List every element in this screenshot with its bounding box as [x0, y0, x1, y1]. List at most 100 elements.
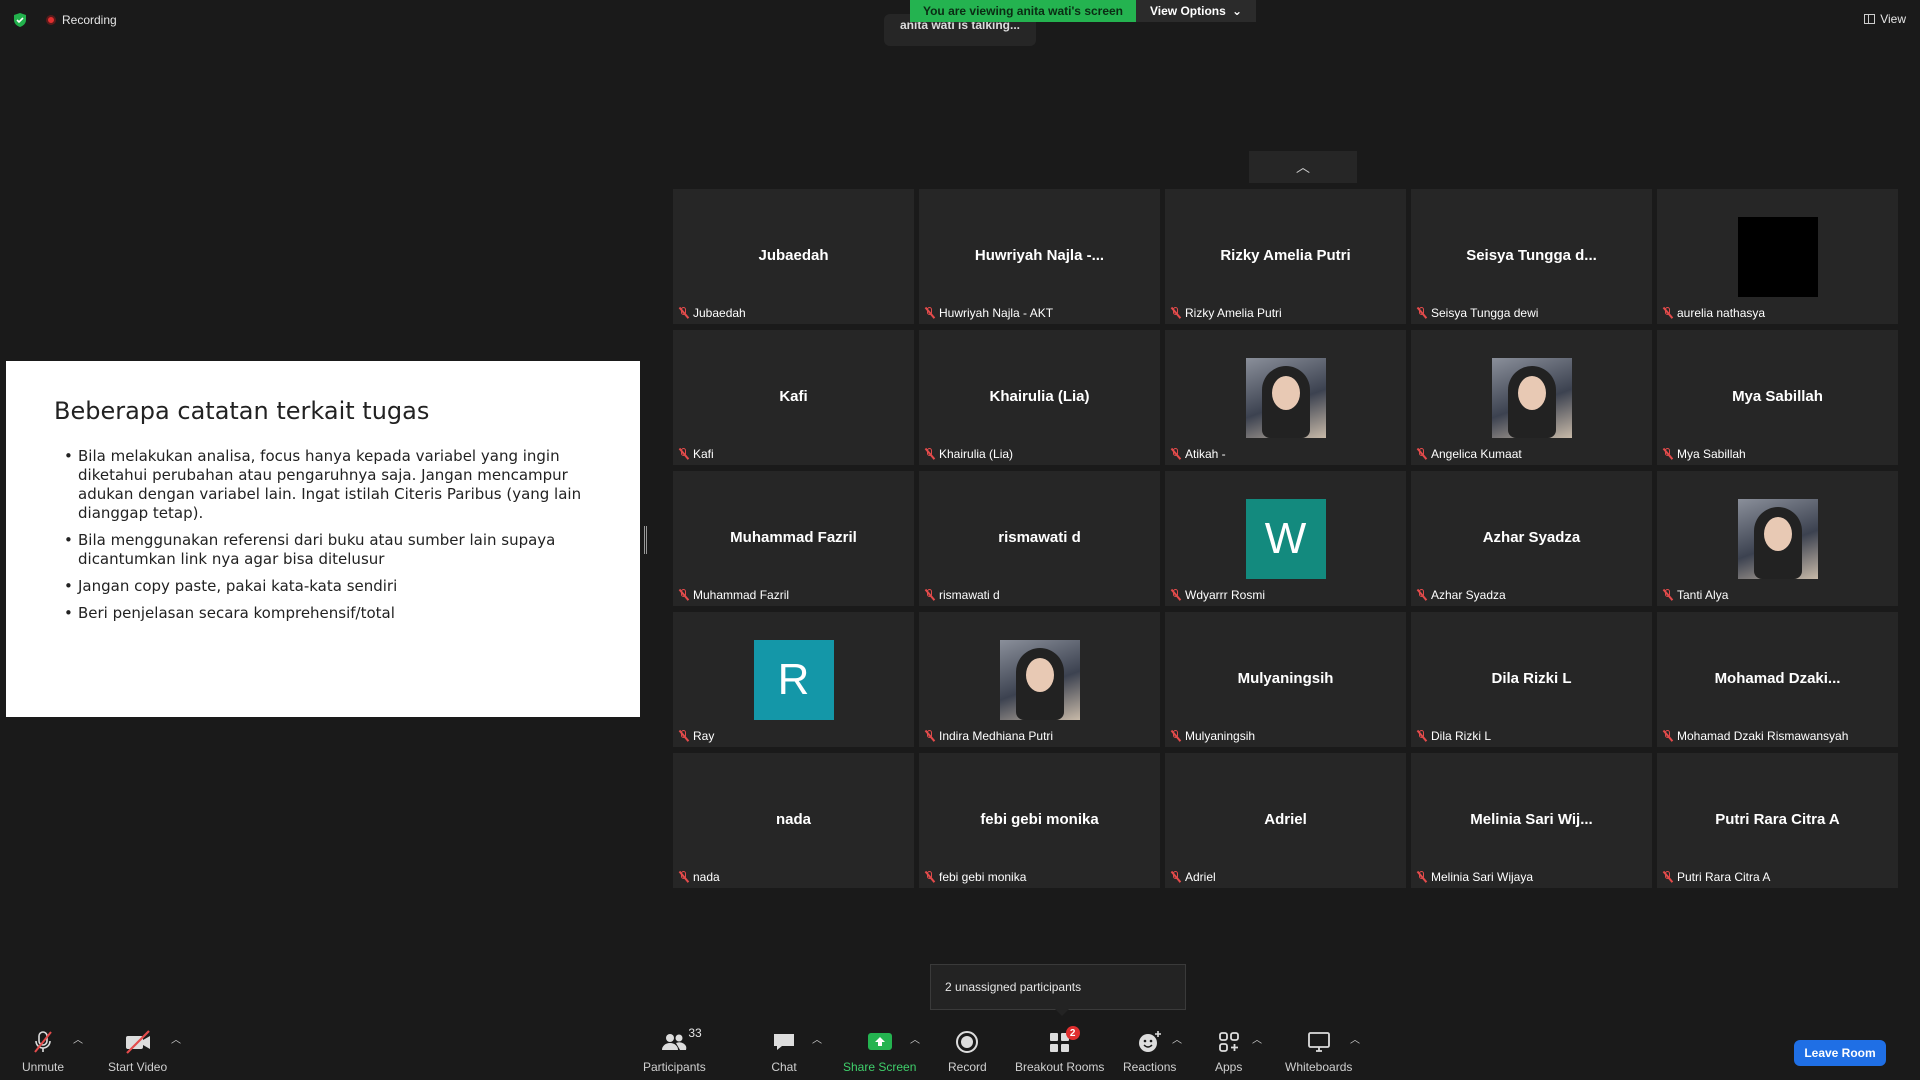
- participant-tile[interactable]: Huwriyah Najla -... Huwriyah Najla - AKT: [919, 189, 1160, 324]
- participant-tile[interactable]: Indira Medhiana Putri: [919, 612, 1160, 747]
- participant-display-name: Dila Rizki L: [1491, 670, 1572, 687]
- participant-tile[interactable]: Kafi Kafi: [673, 330, 914, 465]
- chat-options-caret-icon[interactable]: ︿: [812, 1031, 822, 1046]
- whiteboards-options-caret-icon[interactable]: ︿: [1350, 1031, 1360, 1046]
- participant-name-label: Adriel: [1170, 870, 1216, 884]
- participant-name-label: Kafi: [678, 447, 714, 461]
- participant-tile[interactable]: Mya Sabillah Mya Sabillah: [1657, 330, 1898, 465]
- participant-tile[interactable]: Muhammad Fazril Muhammad Fazril: [673, 471, 914, 606]
- whiteboards-button[interactable]: Whiteboards: [1285, 1028, 1352, 1074]
- muted-mic-icon: [1662, 448, 1673, 460]
- shared-screen-slide: Beberapa catatan terkait tugas Bila mela…: [6, 361, 640, 717]
- participant-name-label: Wdyarrr Rosmi: [1170, 588, 1265, 602]
- participant-name-label: Indira Medhiana Putri: [924, 729, 1053, 743]
- chat-button[interactable]: Chat: [771, 1028, 797, 1074]
- participant-display-name: Mohamad Dzaki...: [1714, 670, 1841, 687]
- reactions-button[interactable]: Reactions: [1123, 1028, 1176, 1074]
- recording-indicator[interactable]: Recording: [46, 13, 117, 27]
- view-button[interactable]: View: [1864, 12, 1906, 26]
- participant-tile[interactable]: W Wdyarrr Rosmi: [1165, 471, 1406, 606]
- record-label: Record: [948, 1060, 987, 1074]
- unassigned-participants-popup[interactable]: 2 unassigned participants: [930, 964, 1186, 1016]
- start-video-button[interactable]: Start Video: [108, 1028, 167, 1074]
- muted-mic-icon: [1416, 730, 1427, 742]
- participant-display-name: Rizky Amelia Putri: [1220, 247, 1351, 264]
- split-view-divider-handle[interactable]: [644, 526, 647, 554]
- participant-display-name: Seisya Tungga d...: [1466, 247, 1597, 264]
- participant-avatar-initial: W: [1245, 499, 1326, 579]
- participant-name-label: Atikah -: [1170, 447, 1226, 461]
- muted-mic-icon: [1416, 871, 1427, 883]
- share-screen-button[interactable]: Share Screen: [843, 1028, 916, 1074]
- participant-avatar-initial: R: [753, 640, 834, 720]
- video-options-caret-icon[interactable]: ︿: [171, 1031, 181, 1046]
- participant-display-name: Kafi: [779, 388, 808, 405]
- audio-options-caret-icon[interactable]: ︿: [73, 1031, 83, 1046]
- reactions-options-caret-icon[interactable]: ︿: [1172, 1031, 1182, 1046]
- participant-display-name: Adriel: [1264, 811, 1307, 828]
- share-options-caret-icon[interactable]: ︿: [910, 1031, 920, 1046]
- unmute-button[interactable]: Unmute: [22, 1028, 64, 1074]
- record-button[interactable]: Record: [948, 1028, 987, 1074]
- recording-dot-icon: [46, 15, 56, 25]
- participant-name-label: Muhammad Fazril: [678, 588, 789, 602]
- participant-name-text: Tanti Alya: [1677, 588, 1729, 602]
- participant-tile[interactable]: Jubaedah Jubaedah: [673, 189, 914, 324]
- gallery-page-up-button[interactable]: ︿: [1249, 151, 1357, 183]
- participant-name-text: Dila Rizki L: [1431, 729, 1492, 743]
- view-label: View: [1880, 12, 1906, 26]
- participant-tile[interactable]: Azhar Syadza Azhar Syadza: [1411, 471, 1652, 606]
- participant-tile[interactable]: Khairulia (Lia) Khairulia (Lia): [919, 330, 1160, 465]
- participant-tile[interactable]: Tanti Alya: [1657, 471, 1898, 606]
- breakout-rooms-button[interactable]: 2 Breakout Rooms: [1015, 1026, 1104, 1074]
- participant-display-name: Khairulia (Lia): [989, 388, 1090, 405]
- leave-room-button[interactable]: Leave Room: [1794, 1040, 1886, 1066]
- video-off-icon: [123, 1028, 153, 1056]
- apps-button[interactable]: Apps: [1215, 1028, 1242, 1074]
- participant-display-name: febi gebi monika: [980, 811, 1099, 828]
- reactions-label: Reactions: [1123, 1060, 1177, 1074]
- participant-tile[interactable]: Putri Rara Citra A Putri Rara Citra A: [1657, 753, 1898, 888]
- participant-tile[interactable]: R Ray: [673, 612, 914, 747]
- participant-tile[interactable]: Dila Rizki L Dila Rizki L: [1411, 612, 1652, 747]
- participant-name-text: Wdyarrr Rosmi: [1185, 588, 1265, 602]
- participant-tile[interactable]: Mulyaningsih Mulyaningsih: [1165, 612, 1406, 747]
- participant-name-text: Mulyaningsih: [1185, 729, 1256, 743]
- muted-mic-icon: [1662, 730, 1673, 742]
- participants-icon: 33: [660, 1026, 702, 1056]
- participant-display-name: rismawati d: [998, 529, 1081, 546]
- participant-tile[interactable]: aurelia nathasya: [1657, 189, 1898, 324]
- participant-tile[interactable]: Melinia Sari Wij... Melinia Sari Wijaya: [1411, 753, 1652, 888]
- participants-button[interactable]: 33 Participants: [643, 1026, 706, 1074]
- participant-name-label: Mulyaningsih: [1170, 729, 1255, 743]
- participant-tile[interactable]: nada nada: [673, 753, 914, 888]
- slide-bullet: Beri penjelasan secara komprehensif/tota…: [64, 604, 592, 623]
- participant-tile[interactable]: Adriel Adriel: [1165, 753, 1406, 888]
- participant-name-text: nada: [693, 870, 720, 884]
- participant-name-label: Angelica Kumaat: [1416, 447, 1522, 461]
- participants-label: Participants: [643, 1060, 706, 1074]
- participant-name-label: Seisya Tungga dewi: [1416, 306, 1538, 320]
- muted-mic-icon: [1662, 871, 1673, 883]
- participants-count: 33: [688, 1026, 702, 1040]
- participant-display-name: Mya Sabillah: [1732, 388, 1823, 405]
- participant-tile[interactable]: Seisya Tungga d... Seisya Tungga dewi: [1411, 189, 1652, 324]
- participant-tile[interactable]: febi gebi monika febi gebi monika: [919, 753, 1160, 888]
- participant-name-text: Melinia Sari Wijaya: [1431, 870, 1534, 884]
- participant-tile[interactable]: rismawati d rismawati d: [919, 471, 1160, 606]
- muted-mic-icon: [924, 871, 935, 883]
- participant-name-label: Ray: [678, 729, 714, 743]
- participant-profile-photo: [999, 640, 1080, 720]
- apps-options-caret-icon[interactable]: ︿: [1252, 1031, 1262, 1046]
- view-options-button[interactable]: View Options ⌄: [1136, 0, 1256, 22]
- participant-tile[interactable]: Atikah -: [1165, 330, 1406, 465]
- security-shield-icon[interactable]: [12, 12, 28, 28]
- participant-tile[interactable]: Mohamad Dzaki... Mohamad Dzaki Rismawansy…: [1657, 612, 1898, 747]
- participant-name-label: Dila Rizki L: [1416, 729, 1491, 743]
- muted-mic-icon: [924, 730, 935, 742]
- participant-tile[interactable]: Angelica Kumaat: [1411, 330, 1652, 465]
- participant-name-text: Adriel: [1185, 870, 1216, 884]
- muted-mic-icon: [678, 871, 689, 883]
- participant-tile[interactable]: Rizky Amelia Putri Rizky Amelia Putri: [1165, 189, 1406, 324]
- start-video-label: Start Video: [108, 1060, 168, 1074]
